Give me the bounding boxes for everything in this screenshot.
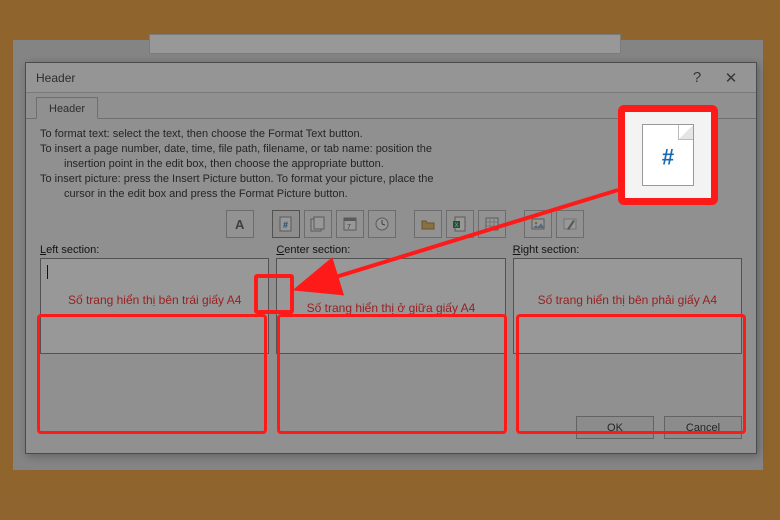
- label-rest: ight section:: [521, 244, 580, 256]
- tab-header[interactable]: Header: [36, 97, 98, 119]
- insert-filepath-button[interactable]: [414, 210, 442, 238]
- insert-filename-button[interactable]: X: [446, 210, 474, 238]
- page-icon-large: #: [642, 124, 694, 186]
- close-button[interactable]: ✕: [714, 66, 748, 90]
- label-rest: eft section:: [46, 244, 99, 256]
- dialog-titlebar: Header ? ✕: [26, 63, 756, 93]
- text-cursor: [47, 265, 48, 279]
- insert-time-button[interactable]: [368, 210, 396, 238]
- accel-char: R: [513, 244, 521, 256]
- callout-page-number-icon: #: [618, 105, 718, 205]
- left-section: Left section: Số trang hiển thị bên trái…: [40, 244, 269, 354]
- insert-date-button[interactable]: 7: [336, 210, 364, 238]
- clock-icon: [374, 216, 390, 232]
- cancel-button[interactable]: Cancel: [664, 416, 742, 439]
- svg-text:#: #: [283, 220, 288, 230]
- calendar-icon: 7: [342, 216, 358, 232]
- insert-pages-button[interactable]: [304, 210, 332, 238]
- annotation-text: Số trang hiển thị ở giữa giấy A4: [283, 301, 498, 315]
- format-text-button[interactable]: A: [226, 210, 254, 238]
- right-section-label: Right section:: [513, 244, 742, 256]
- right-section: Right section: Số trang hiển thị bên phả…: [513, 244, 742, 354]
- insert-picture-button[interactable]: [524, 210, 552, 238]
- svg-text:A: A: [235, 217, 245, 232]
- left-section-label: Left section:: [40, 244, 269, 256]
- sections-row: Left section: Số trang hiển thị bên trái…: [26, 244, 756, 354]
- annotation-text: Số trang hiển thị bên trái giấy A4: [47, 293, 262, 307]
- help-button[interactable]: ?: [680, 66, 714, 90]
- label-rest: enter section:: [284, 244, 350, 256]
- folder-icon: [420, 216, 436, 232]
- dialog-title: Header: [36, 71, 680, 85]
- header-toolbar: A # 7: [226, 210, 756, 238]
- format-picture-icon: [562, 216, 578, 232]
- svg-text:X: X: [455, 223, 459, 229]
- ok-button[interactable]: OK: [576, 416, 654, 439]
- excel-file-icon: X: [452, 216, 468, 232]
- picture-icon: [530, 216, 546, 232]
- annotation-text: Số trang hiển thị bên phải giấy A4: [520, 293, 735, 307]
- svg-text:7: 7: [347, 224, 351, 231]
- format-picture-button[interactable]: [556, 210, 584, 238]
- right-section-textbox[interactable]: Số trang hiển thị bên phải giấy A4: [513, 258, 742, 354]
- pages-icon: [310, 216, 326, 232]
- left-section-textbox[interactable]: Số trang hiển thị bên trái giấy A4: [40, 258, 269, 354]
- dialog-action-row: OK Cancel: [26, 406, 756, 453]
- insert-sheetname-button[interactable]: [478, 210, 506, 238]
- sheet-icon: [484, 216, 500, 232]
- center-section-textbox[interactable]: Số trang hiển thị ở giữa giấy A4: [276, 258, 505, 354]
- insert-page-number-button[interactable]: #: [272, 210, 300, 238]
- page-number-icon: #: [278, 216, 294, 232]
- hash-glyph: #: [662, 145, 674, 171]
- center-section-label: Center section:: [276, 244, 505, 256]
- center-section: Center section: Số trang hiển thị ở giữa…: [276, 244, 505, 354]
- text-icon: A: [232, 216, 248, 232]
